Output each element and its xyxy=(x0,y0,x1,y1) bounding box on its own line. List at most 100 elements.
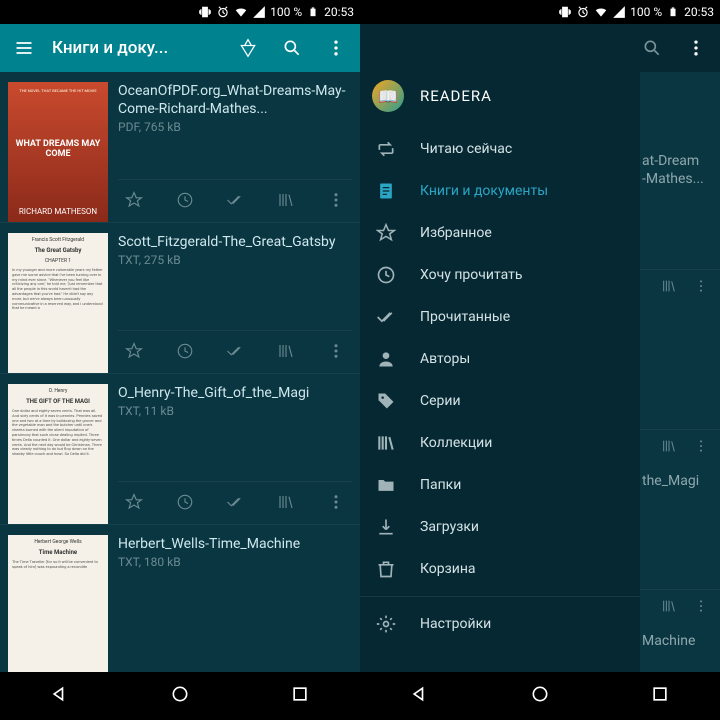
menu-button[interactable] xyxy=(8,32,40,64)
tag-icon xyxy=(376,391,396,411)
drawer-item-doc[interactable]: Книги и документы xyxy=(360,170,640,212)
drawer-item-label: Загрузки xyxy=(420,519,479,535)
drawer-divider xyxy=(360,596,640,597)
battery-text: 100 % xyxy=(630,5,662,19)
gear-icon xyxy=(376,614,396,634)
nav-home[interactable] xyxy=(530,684,550,708)
drawer-item-gear[interactable]: Настройки xyxy=(360,603,640,645)
book-title: Scott_Fitzgerald-The_Great_Gatsby xyxy=(118,233,352,251)
more-icon[interactable] xyxy=(680,32,712,64)
nav-recent[interactable] xyxy=(650,684,670,708)
search-icon[interactable] xyxy=(636,32,668,64)
vibrate-icon xyxy=(198,5,212,19)
drawer-item-label: Серии xyxy=(420,393,461,409)
drawer-item-repeat[interactable]: Читаю сейчас xyxy=(360,128,640,170)
bg-book-peek xyxy=(640,304,720,464)
download-icon xyxy=(376,517,396,537)
premium-icon[interactable] xyxy=(232,32,264,64)
book-title: Herbert_Wells-Time_Machine xyxy=(118,535,352,553)
book-item[interactable]: Francis Scott Fitzgerald The Great Gatsb… xyxy=(0,223,360,374)
drawer-item-star[interactable]: Избранное xyxy=(360,212,640,254)
book-cover: Herbert George Wells Time Machine The Ti… xyxy=(8,535,108,672)
item-more-icon[interactable] xyxy=(320,188,352,212)
app-name: READERA xyxy=(420,87,492,105)
status-bar: 100 % 20:53 xyxy=(360,0,720,24)
books-icon xyxy=(376,433,396,453)
background-list: at-Dream -Mathes... the_Magi xyxy=(640,144,720,672)
signal-icon xyxy=(252,5,266,19)
read-icon[interactable] xyxy=(219,490,251,514)
right-content: at-Dream -Mathes... the_Magi xyxy=(360,72,720,672)
favorite-icon[interactable] xyxy=(118,188,150,212)
book-meta: PDF, 765 kB xyxy=(118,120,352,134)
drawer-item-folder[interactable]: Папки xyxy=(360,464,640,506)
page-title: Книги и доку... xyxy=(52,38,220,58)
later-icon[interactable] xyxy=(169,339,201,363)
collection-icon[interactable] xyxy=(270,490,302,514)
book-info: O_Henry-The_Gift_of_the_Magi TXT, 11 kB xyxy=(118,384,352,524)
item-more-icon[interactable] xyxy=(688,438,714,454)
doc-icon xyxy=(376,181,396,201)
book-list: THE NOVEL THAT BECAME THE HIT MOVIE WHAT… xyxy=(0,72,360,672)
read-icon[interactable] xyxy=(219,339,251,363)
book-meta: TXT, 11 kB xyxy=(118,404,352,418)
bg-book-peek: the_Magi xyxy=(640,464,720,624)
favorite-icon[interactable] xyxy=(118,490,150,514)
drawer-item-clock[interactable]: Хочу прочитать xyxy=(360,254,640,296)
more-icon[interactable] xyxy=(320,32,352,64)
collection-icon[interactable] xyxy=(656,598,682,614)
collection-icon[interactable] xyxy=(270,339,302,363)
drawer-item-person[interactable]: Авторы xyxy=(360,338,640,380)
book-actions xyxy=(118,481,352,524)
drawer-item-label: Читаю сейчас xyxy=(420,141,512,157)
nav-recent[interactable] xyxy=(290,684,310,708)
drawer-item-books[interactable]: Коллекции xyxy=(360,422,640,464)
collection-icon[interactable] xyxy=(656,278,682,294)
drawer-item-trash[interactable]: Корзина xyxy=(360,548,640,590)
wifi-icon xyxy=(594,5,608,19)
clock-text: 20:53 xyxy=(684,5,714,19)
drawer-list: Читаю сейчас Книги и документыИзбранное Хо… xyxy=(360,120,640,645)
person-icon xyxy=(376,349,396,369)
book-item[interactable]: O. Henry THE GIFT OF THE MAGI One dollar… xyxy=(0,374,360,525)
item-more-icon[interactable] xyxy=(320,339,352,363)
drawer-item-label: Коллекции xyxy=(420,435,492,451)
collection-icon[interactable] xyxy=(270,188,302,212)
battery-icon xyxy=(666,5,680,19)
nav-back[interactable] xyxy=(50,684,70,708)
drawer-item-label: Хочу прочитать xyxy=(420,267,522,283)
later-icon[interactable] xyxy=(169,490,201,514)
nav-back[interactable] xyxy=(410,684,430,708)
nav-home[interactable] xyxy=(170,684,190,708)
item-more-icon[interactable] xyxy=(320,490,352,514)
book-list-content[interactable]: THE NOVEL THAT BECAME THE HIT MOVIE WHAT… xyxy=(0,72,360,672)
appbar: Книги и доку... xyxy=(0,24,360,72)
nav-bar xyxy=(360,672,720,720)
book-title: O_Henry-The_Gift_of_the_Magi xyxy=(118,384,352,402)
book-item[interactable]: THE NOVEL THAT BECAME THE HIT MOVIE WHAT… xyxy=(0,72,360,223)
book-info: Scott_Fitzgerald-The_Great_Gatsby TXT, 2… xyxy=(118,233,352,373)
drawer-item-download[interactable]: Загрузки xyxy=(360,506,640,548)
book-cover: O. Henry THE GIFT OF THE MAGI One dollar… xyxy=(8,384,108,524)
collection-icon[interactable] xyxy=(656,438,682,454)
search-icon[interactable] xyxy=(276,32,308,64)
wifi-icon xyxy=(234,5,248,19)
item-more-icon[interactable] xyxy=(688,598,714,614)
book-title: OceanOfPDF.org_What-Dreams-May-Come-Rich… xyxy=(118,82,352,118)
appbar-right xyxy=(360,24,720,72)
drawer-item-check[interactable]: Прочитанные xyxy=(360,296,640,338)
repeat-icon xyxy=(376,139,396,159)
drawer-item-tag[interactable]: Серии xyxy=(360,380,640,422)
book-meta: TXT, 275 kB xyxy=(118,253,352,267)
book-item[interactable]: Herbert George Wells Time Machine The Ti… xyxy=(0,525,360,672)
favorite-icon[interactable] xyxy=(118,339,150,363)
later-icon[interactable] xyxy=(169,188,201,212)
bg-book-peek: Machine xyxy=(640,624,720,672)
drawer-item-label: Папки xyxy=(420,477,461,493)
book-actions xyxy=(118,179,352,222)
clock-icon xyxy=(376,265,396,285)
app-logo: 📖 xyxy=(372,80,404,112)
book-info: OceanOfPDF.org_What-Dreams-May-Come-Rich… xyxy=(118,82,352,222)
item-more-icon[interactable] xyxy=(688,278,714,294)
read-icon[interactable] xyxy=(219,188,251,212)
